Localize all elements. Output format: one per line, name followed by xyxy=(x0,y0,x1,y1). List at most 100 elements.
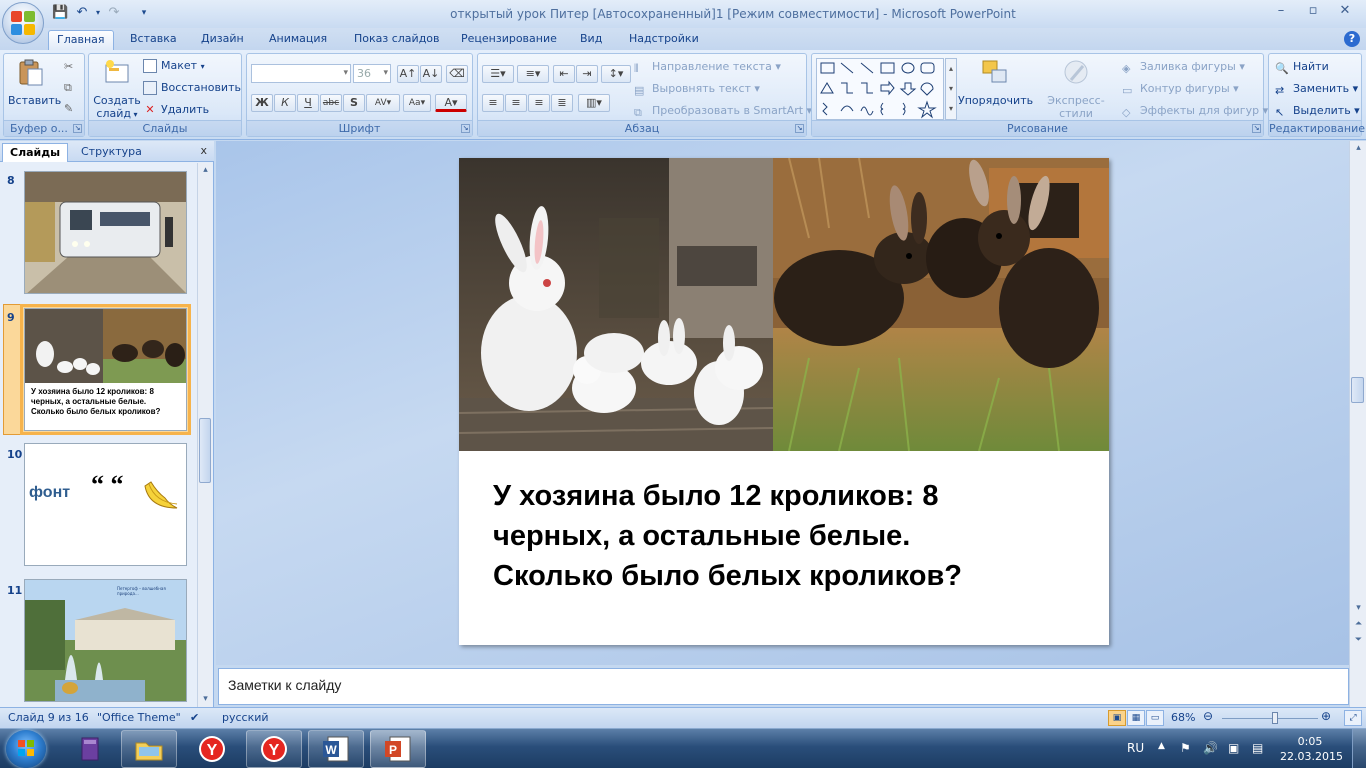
minimize-button[interactable]: – xyxy=(1270,2,1292,20)
taskbar-app-1[interactable] xyxy=(62,730,118,768)
format-painter-icon[interactable]: ✎ xyxy=(64,100,73,118)
shape-effects-button[interactable]: ◇ Эффекты для фигур ▾ xyxy=(1122,102,1268,120)
tab-addins[interactable]: Надстройки xyxy=(621,30,707,50)
taskbar-yandex-2[interactable]: Y xyxy=(246,730,302,768)
language-indicator[interactable]: русский xyxy=(222,711,269,724)
slide-text-box[interactable]: У хозяина было 12 кроликов: 8 черных, а … xyxy=(493,476,1093,596)
font-name-combo[interactable] xyxy=(251,64,351,83)
font-launcher-icon[interactable]: ↘ xyxy=(461,124,470,133)
slide-scroll-down-icon[interactable]: ▾ xyxy=(1350,601,1366,616)
shape-fill-button[interactable]: ◈ Заливка фигуры ▾ xyxy=(1122,58,1245,76)
clear-format-icon[interactable]: ⌫ xyxy=(446,65,468,83)
cut-icon[interactable]: ✂ xyxy=(64,58,73,76)
slide-scrollbar[interactable]: ▴ ▾ ⏶ ⏷ xyxy=(1349,141,1366,707)
paste-button[interactable]: Вставить xyxy=(8,58,61,107)
layout-button[interactable]: Макет ▾ xyxy=(143,57,205,75)
font-color-icon[interactable]: A▾ xyxy=(435,94,467,112)
taskbar-powerpoint[interactable]: P xyxy=(370,730,426,768)
slide-thumbnail-8[interactable] xyxy=(24,171,187,294)
shapes-gallery[interactable] xyxy=(816,58,944,120)
language-tray[interactable]: RU xyxy=(1127,741,1144,755)
show-desktop-button[interactable] xyxy=(1352,729,1366,768)
save-icon[interactable]: 💾 xyxy=(52,5,68,21)
tab-review[interactable]: Рецензирование xyxy=(453,30,565,50)
shrink-font-icon[interactable]: A↓ xyxy=(420,65,442,83)
close-panel-icon[interactable]: x xyxy=(200,144,207,157)
taskbar-explorer[interactable] xyxy=(121,730,177,768)
slide-scroll-thumb[interactable] xyxy=(1351,377,1364,403)
spellcheck-icon[interactable]: ✔ xyxy=(190,711,199,724)
slide-thumbnail-9[interactable]: У хозяина было 12 кроликов: 8 черных, а … xyxy=(20,304,191,435)
increase-indent-icon[interactable]: ⇥ xyxy=(576,65,598,83)
text-direction-button[interactable]: ⫴ Направление текста ▾ xyxy=(634,58,781,76)
shadow-icon[interactable]: S xyxy=(343,94,365,112)
volume-icon[interactable]: 🔊 xyxy=(1203,741,1218,755)
zoom-out-icon[interactable]: ⊖ xyxy=(1203,709,1213,723)
zoom-slider-track[interactable] xyxy=(1222,718,1318,719)
align-text-button[interactable]: ▤ Выровнять текст ▾ xyxy=(634,80,760,98)
decrease-indent-icon[interactable]: ⇤ xyxy=(553,65,575,83)
undo-icon[interactable]: ↶ xyxy=(74,5,90,21)
change-case-icon[interactable]: Aa▾ xyxy=(403,94,431,112)
scroll-thumb[interactable] xyxy=(199,418,211,483)
justify-icon[interactable]: ≣ xyxy=(551,94,573,112)
current-slide[interactable]: У хозяина было 12 кроликов: 8 черных, а … xyxy=(459,158,1109,645)
tab-animation[interactable]: Анимация xyxy=(261,30,335,50)
tray-expand-icon[interactable]: ▲ xyxy=(1158,741,1165,751)
bold-icon[interactable]: Ж xyxy=(251,94,273,112)
quick-styles-button[interactable]: Экспресс-стили xyxy=(1034,58,1118,120)
tab-slideshow[interactable]: Показ слайдов xyxy=(346,30,448,50)
notes-pane[interactable]: Заметки к слайду xyxy=(218,668,1349,705)
numbering-icon[interactable]: ≡▾ xyxy=(517,65,549,83)
grow-font-icon[interactable]: A↑ xyxy=(397,65,419,83)
scroll-down-icon[interactable]: ▾ xyxy=(198,692,213,707)
strikethrough-icon[interactable]: abc xyxy=(320,94,342,112)
slideshow-view-icon[interactable]: ▭ xyxy=(1146,710,1164,726)
device-tray-icon[interactable]: ▣ xyxy=(1228,741,1239,755)
close-button[interactable]: ✕ xyxy=(1334,2,1356,20)
slide-scroll-up-icon[interactable]: ▴ xyxy=(1350,141,1366,156)
line-spacing-icon[interactable]: ↕▾ xyxy=(601,65,631,83)
tab-outline-panel[interactable]: Структура xyxy=(74,143,149,162)
align-right-icon[interactable]: ≡ xyxy=(528,94,550,112)
next-slide-icon[interactable]: ⏷ xyxy=(1350,633,1366,648)
smartart-button[interactable]: ⧉ Преобразовать в SmartArt ▾ xyxy=(634,102,812,120)
new-slide-button[interactable]: Создать слайд ▾ xyxy=(92,58,142,121)
theme-name[interactable]: "Office Theme" xyxy=(97,711,181,724)
slides-panel-scrollbar[interactable]: ▴ ▾ xyxy=(197,163,212,707)
network-icon[interactable]: ▤ xyxy=(1252,741,1263,755)
taskbar-yandex-1[interactable]: Y xyxy=(184,730,240,768)
clipboard-launcher-icon[interactable]: ↘ xyxy=(73,124,82,133)
taskbar-word[interactable]: W xyxy=(308,730,364,768)
underline-icon[interactable]: Ч xyxy=(297,94,319,112)
select-button[interactable]: ↖ Выделить ▾ xyxy=(1275,102,1360,120)
columns-icon[interactable]: ▥▾ xyxy=(578,94,610,112)
zoom-in-icon[interactable]: ⊕ xyxy=(1321,709,1331,723)
replace-button[interactable]: ⇄ Заменить ▾ xyxy=(1275,80,1358,98)
shape-outline-button[interactable]: ▭ Контур фигуры ▾ xyxy=(1122,80,1239,98)
arrange-button[interactable]: Упорядочить xyxy=(958,58,1033,107)
tab-design[interactable]: Дизайн xyxy=(193,30,252,50)
reset-button[interactable]: Восстановить xyxy=(143,79,241,97)
bullets-icon[interactable]: ☰▾ xyxy=(482,65,514,83)
find-button[interactable]: 🔍 Найти xyxy=(1275,58,1329,76)
redo-icon[interactable]: ↷ xyxy=(106,5,122,21)
fit-window-icon[interactable]: ⤢ xyxy=(1344,710,1362,726)
align-left-icon[interactable]: ≡ xyxy=(482,94,504,112)
copy-icon[interactable]: ⧉ xyxy=(64,79,72,97)
spacing-icon[interactable]: AV▾ xyxy=(366,94,400,112)
previous-slide-icon[interactable]: ⏶ xyxy=(1350,617,1366,632)
start-button[interactable] xyxy=(6,730,46,768)
normal-view-icon[interactable]: ▣ xyxy=(1108,710,1126,726)
customize-qat-icon[interactable]: ▾ xyxy=(136,5,152,21)
zoom-slider-thumb[interactable] xyxy=(1271,712,1278,724)
align-center-icon[interactable]: ≡ xyxy=(505,94,527,112)
italic-icon[interactable]: К xyxy=(274,94,296,112)
tab-home[interactable]: Главная xyxy=(48,30,114,50)
paragraph-launcher-icon[interactable]: ↘ xyxy=(795,124,804,133)
drawing-launcher-icon[interactable]: ↘ xyxy=(1252,124,1261,133)
action-center-flag-icon[interactable]: ⚑ xyxy=(1180,741,1191,755)
tab-view[interactable]: Вид xyxy=(572,30,610,50)
office-button[interactable] xyxy=(2,2,44,44)
zoom-level[interactable]: 68% xyxy=(1171,711,1195,724)
